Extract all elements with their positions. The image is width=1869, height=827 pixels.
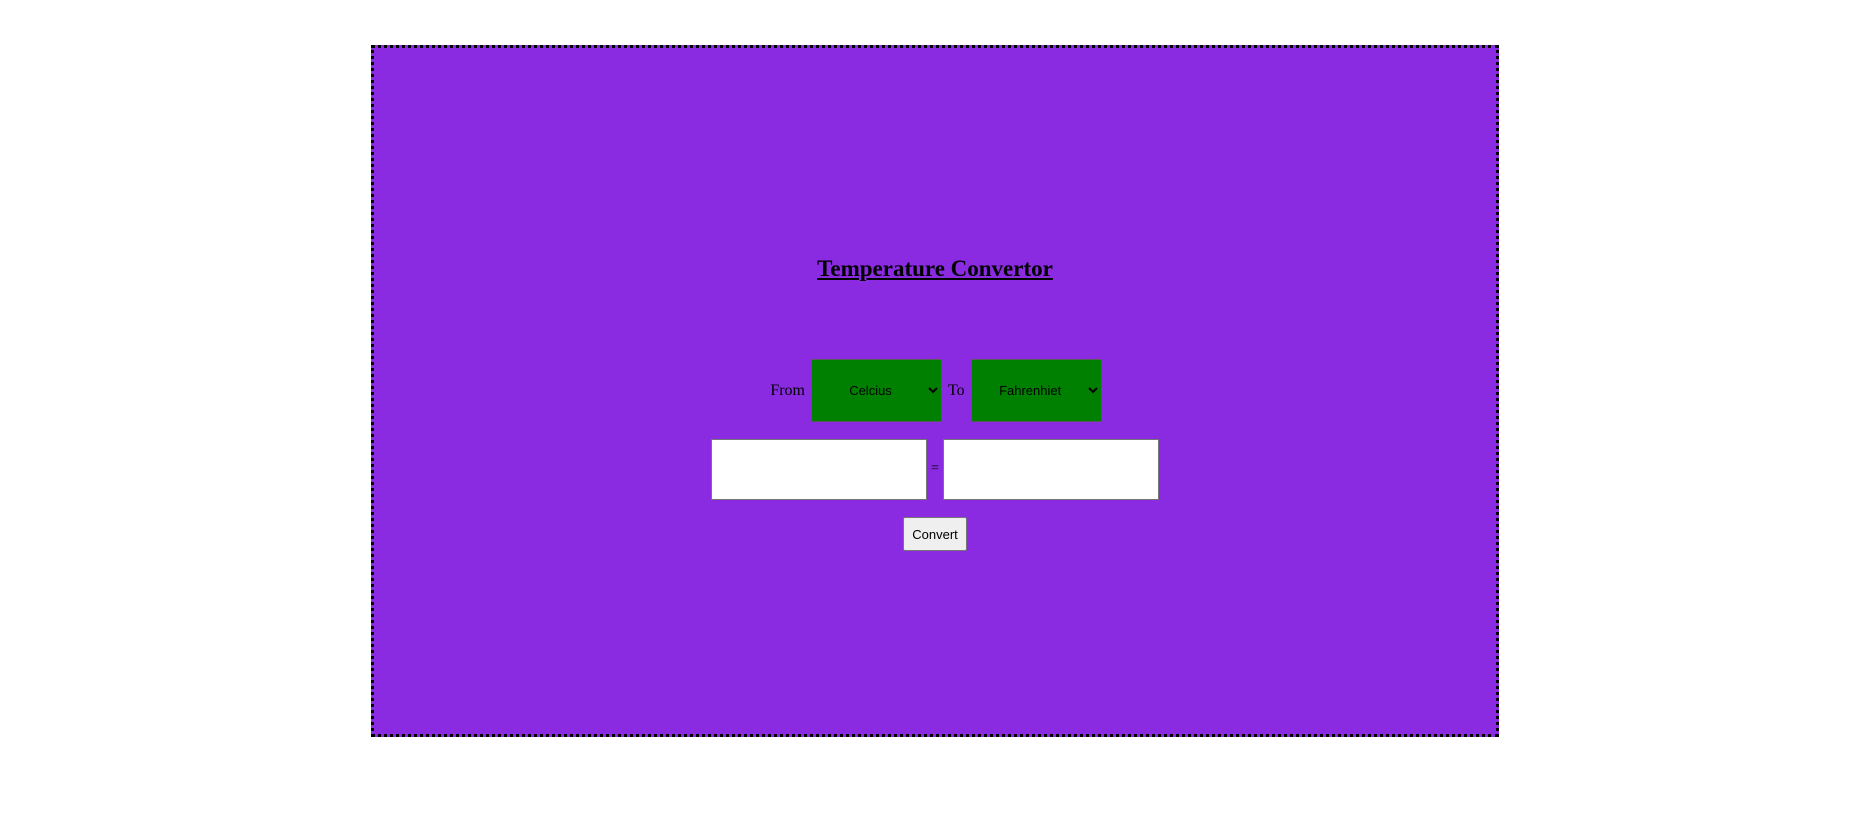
- equals-sign: =: [931, 461, 939, 476]
- to-label: To: [948, 381, 965, 399]
- input-temperature-field[interactable]: [711, 438, 928, 500]
- from-unit-select[interactable]: Celcius: [811, 359, 942, 422]
- page: Temperature Convertor From Celcius To Fa…: [0, 0, 1869, 827]
- to-unit-select[interactable]: Fahrenhiet: [970, 359, 1102, 422]
- convert-button[interactable]: Convert: [903, 517, 967, 551]
- action-row: Convert: [374, 517, 1496, 551]
- output-temperature-field[interactable]: [942, 438, 1159, 500]
- from-label: From: [770, 381, 805, 399]
- converter-panel: Temperature Convertor From Celcius To Fa…: [371, 45, 1499, 737]
- page-title: Temperature Convertor: [817, 256, 1053, 281]
- value-row: =: [374, 438, 1496, 500]
- unit-selection-row: From Celcius To Fahrenhiet: [374, 358, 1496, 423]
